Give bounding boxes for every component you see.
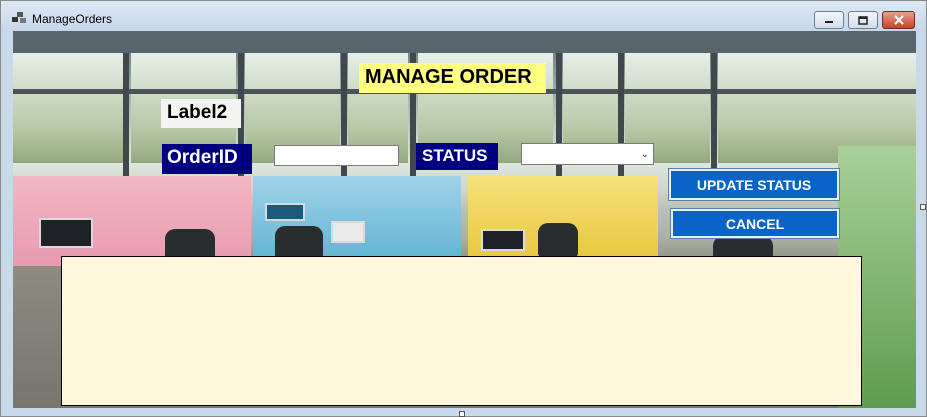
page-title: MANAGE ORDER bbox=[359, 63, 546, 93]
orderid-input[interactable] bbox=[274, 145, 399, 166]
close-icon bbox=[893, 15, 904, 25]
app-window-icon bbox=[12, 12, 26, 24]
manage-orders-window: ManageOrders MANAGE ORDER Label2 OrderID… bbox=[0, 0, 927, 417]
minimize-icon bbox=[825, 21, 833, 23]
minimize-button[interactable] bbox=[814, 11, 844, 29]
orderid-label: OrderID bbox=[162, 144, 252, 174]
chevron-down-icon[interactable]: ⌄ bbox=[641, 149, 649, 160]
status-dropdown[interactable]: ⌄ bbox=[521, 143, 654, 165]
orders-data-grid[interactable] bbox=[61, 256, 862, 406]
maximize-button[interactable] bbox=[848, 11, 878, 29]
cancel-button[interactable]: CANCEL bbox=[670, 208, 840, 239]
status-label: STATUS bbox=[416, 143, 498, 170]
update-status-button[interactable]: UPDATE STATUS bbox=[668, 168, 840, 201]
resize-handle-bottom[interactable] bbox=[459, 411, 465, 417]
restore-icon bbox=[858, 15, 868, 25]
resize-handle-right[interactable] bbox=[920, 204, 926, 210]
title-bar[interactable]: ManageOrders bbox=[1, 1, 926, 31]
close-button[interactable] bbox=[882, 11, 915, 29]
window-title: ManageOrders bbox=[32, 12, 113, 26]
label2: Label2 bbox=[161, 99, 241, 128]
